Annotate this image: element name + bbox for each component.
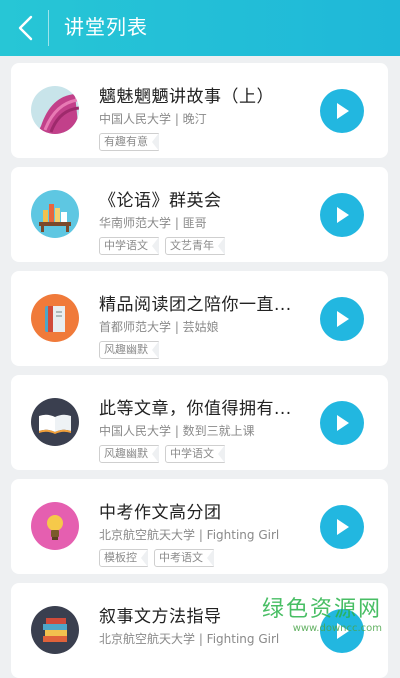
item-meta: 中国人民大学 | 数到三就上课 [99,424,255,438]
book-icon [31,294,79,342]
chevron-left-icon [18,15,33,41]
play-icon [337,103,349,119]
tag[interactable]: 文艺青年 [165,237,225,255]
tag[interactable]: 风趣幽默 [99,341,159,359]
tag[interactable]: 中学语文 [99,237,159,255]
tag-list: 模板控 中考语文 [99,549,214,567]
list-item[interactable]: 魑魅魍魉讲故事（上） 中国人民大学 | 晚汀 有趣有意 [11,63,388,158]
watermark: 绿色资源网 www.downcc.com [262,591,382,634]
tag-list: 风趣幽默 [99,341,159,359]
list-item[interactable]: 精品阅读团之陪你一直... 首都师范大学 | 芸姑娘 风趣幽默 [11,271,388,366]
library-icon [31,190,79,238]
play-icon [337,311,349,327]
header-divider [48,10,49,46]
lightbulb-icon [31,502,79,550]
play-icon [337,519,349,535]
tag-list: 有趣有意 [99,133,159,151]
yarn-icon [31,86,79,134]
play-button[interactable] [320,89,364,133]
open-book-icon [31,398,79,446]
item-meta: 华南师范大学 | 匪哥 [99,216,207,230]
tag[interactable]: 中学语文 [165,445,225,463]
tag[interactable]: 模板控 [99,549,148,567]
item-title: 《论语》群英会 [99,191,222,211]
item-meta: 北京航空航天大学 | Fighting Girl [99,528,280,542]
watermark-text: 绿色资源网 [261,597,382,622]
header-bar: 讲堂列表 [0,0,400,56]
play-button[interactable] [320,401,364,445]
book-stack-icon [31,606,79,654]
item-title: 精品阅读团之陪你一直... [99,295,292,315]
tag[interactable]: 有趣有意 [99,133,159,151]
list-item[interactable]: 此等文章，你值得拥有... 中国人民大学 | 数到三就上课 风趣幽默 中学语文 [11,375,388,470]
play-button[interactable] [320,297,364,341]
tag[interactable]: 风趣幽默 [99,445,159,463]
page-title: 讲堂列表 [64,15,148,39]
tag[interactable]: 中考语文 [154,549,214,567]
item-meta: 北京航空航天大学 | Fighting Girl [99,632,280,646]
item-title: 此等文章，你值得拥有... [99,399,292,419]
item-meta: 中国人民大学 | 晚汀 [99,112,207,126]
list-item[interactable]: 《论语》群英会 华南师范大学 | 匪哥 中学语文 文艺青年 [11,167,388,262]
watermark-url: www.downcc.com [292,623,382,634]
play-button[interactable] [320,505,364,549]
back-button[interactable] [8,8,44,48]
play-icon [337,415,349,431]
list-item[interactable]: 中考作文高分团 北京航空航天大学 | Fighting Girl 模板控 中考语… [11,479,388,574]
tag-list: 风趣幽默 中学语文 [99,445,225,463]
play-button[interactable] [320,193,364,237]
tag-list: 中学语文 文艺青年 [99,237,225,255]
item-meta: 首都师范大学 | 芸姑娘 [99,320,219,334]
item-title: 中考作文高分团 [99,503,222,523]
play-icon [337,207,349,223]
item-title: 魑魅魍魉讲故事（上） [99,87,274,107]
